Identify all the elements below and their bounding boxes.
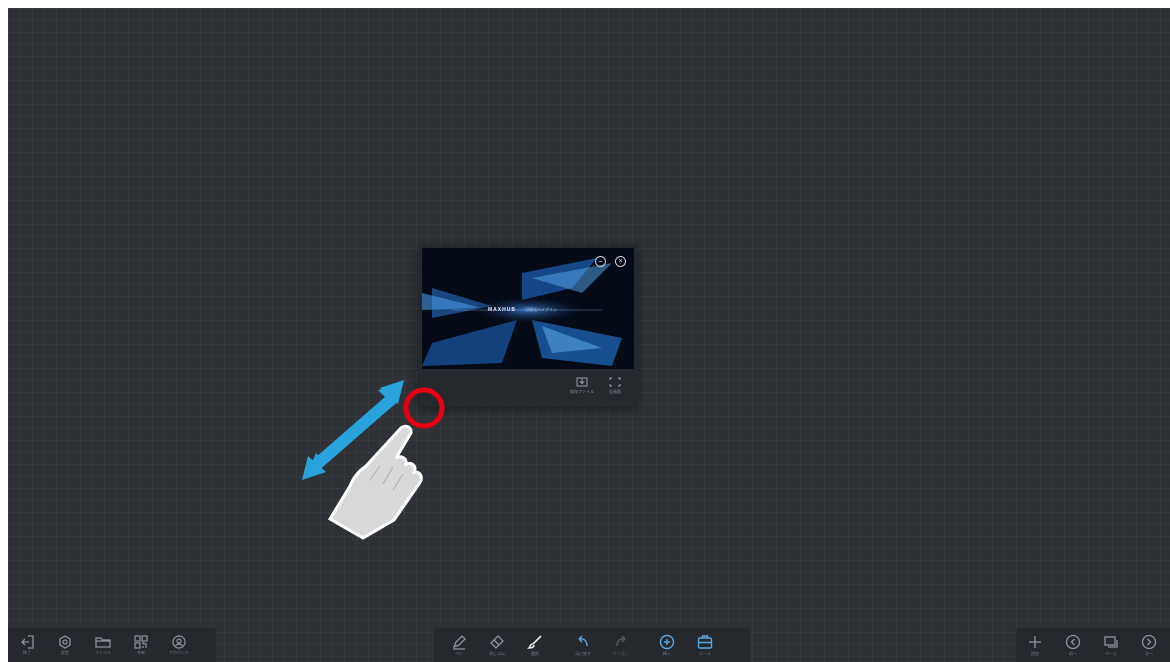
- left-toolbar: 終了 設定 ファイル 共有 アカウント: [8, 628, 216, 662]
- center-toolbar: ペン 消しゴム 選択 元に戻す やり直し 挿入 ツール: [434, 628, 750, 662]
- settings-button[interactable]: 設定: [46, 628, 84, 662]
- insert-button[interactable]: 挿入: [648, 628, 686, 662]
- files-button[interactable]: ファイル: [84, 628, 122, 662]
- insert-label: 挿入: [663, 651, 671, 656]
- add-circle-icon: [659, 634, 675, 650]
- minimize-icon[interactable]: –: [595, 256, 606, 267]
- eraser-icon: [490, 635, 504, 649]
- next-page-button[interactable]: 次へ: [1130, 628, 1168, 662]
- whiteboard-canvas[interactable]: MAXHUB 可视化ハイブリッ – × 保存ファイル 全画面 終了 設定 ファイ…: [8, 8, 1170, 662]
- save-file-button[interactable]: 保存ファイル: [569, 377, 595, 395]
- undo-button[interactable]: 元に戻す: [564, 628, 602, 662]
- undo-label: 元に戻す: [575, 651, 591, 656]
- select-button[interactable]: 選択: [516, 628, 554, 662]
- add-page-label: 追加: [1031, 651, 1039, 656]
- window-footer: 保存ファイル 全画面: [419, 371, 637, 407]
- qr-icon: [134, 635, 148, 649]
- files-label: ファイル: [95, 650, 111, 655]
- fullscreen-button[interactable]: 全画面: [602, 377, 628, 395]
- redo-button[interactable]: やり直し: [602, 628, 640, 662]
- pages-label: ページ: [1105, 651, 1117, 656]
- download-icon: [576, 377, 588, 387]
- settings-label: 設定: [61, 650, 69, 655]
- account-button[interactable]: アカウント: [160, 628, 198, 662]
- prev-page-button[interactable]: 前へ: [1054, 628, 1092, 662]
- toolbox-label: ツール: [699, 651, 711, 656]
- exit-button[interactable]: 終了: [8, 628, 46, 662]
- exit-icon: [21, 635, 34, 649]
- share-button[interactable]: 共有: [122, 628, 160, 662]
- share-label: 共有: [137, 650, 145, 655]
- brush-icon: [527, 635, 542, 649]
- pages-button[interactable]: ページ: [1092, 628, 1130, 662]
- brand-text: MAXHUB: [488, 307, 516, 313]
- eraser-label: 消しゴム: [489, 651, 505, 656]
- next-icon: [1141, 634, 1157, 650]
- close-icon[interactable]: ×: [615, 256, 626, 267]
- select-label: 選択: [531, 651, 539, 656]
- pages-icon: [1104, 636, 1118, 648]
- redo-icon: [616, 635, 626, 647]
- toolbox-button[interactable]: ツール: [686, 628, 724, 662]
- toolbox-icon: [697, 635, 713, 649]
- redo-label: やり直し: [613, 651, 629, 656]
- video-window[interactable]: MAXHUB 可视化ハイブリッ – × 保存ファイル 全画面: [419, 245, 637, 407]
- prev-page-label: 前へ: [1069, 651, 1077, 656]
- video-preview: MAXHUB 可视化ハイブリッ – ×: [422, 248, 634, 369]
- pen-icon: [452, 635, 466, 650]
- undo-icon: [578, 635, 588, 647]
- save-file-label: 保存ファイル: [570, 389, 594, 394]
- fullscreen-icon: [609, 377, 621, 387]
- fullscreen-label: 全画面: [609, 389, 621, 394]
- pen-label: ペン: [455, 651, 463, 656]
- double-arrow-icon: [302, 380, 404, 480]
- prev-icon: [1065, 634, 1081, 650]
- gear-icon: [59, 635, 71, 649]
- account-label: アカウント: [169, 650, 189, 655]
- brand-tagline: 可视化ハイブリッ: [525, 307, 557, 312]
- eraser-button[interactable]: 消しゴム: [478, 628, 516, 662]
- add-page-button[interactable]: 追加: [1016, 628, 1054, 662]
- folder-icon: [95, 637, 111, 648]
- user-icon: [172, 635, 186, 649]
- pen-button[interactable]: ペン: [440, 628, 478, 662]
- next-page-label: 次へ: [1145, 651, 1153, 656]
- exit-label: 終了: [23, 650, 31, 655]
- plus-icon: [1029, 636, 1041, 648]
- hand-pointer-icon: [327, 424, 423, 540]
- right-toolbar: 追加 前へ ページ 次へ: [1016, 628, 1170, 662]
